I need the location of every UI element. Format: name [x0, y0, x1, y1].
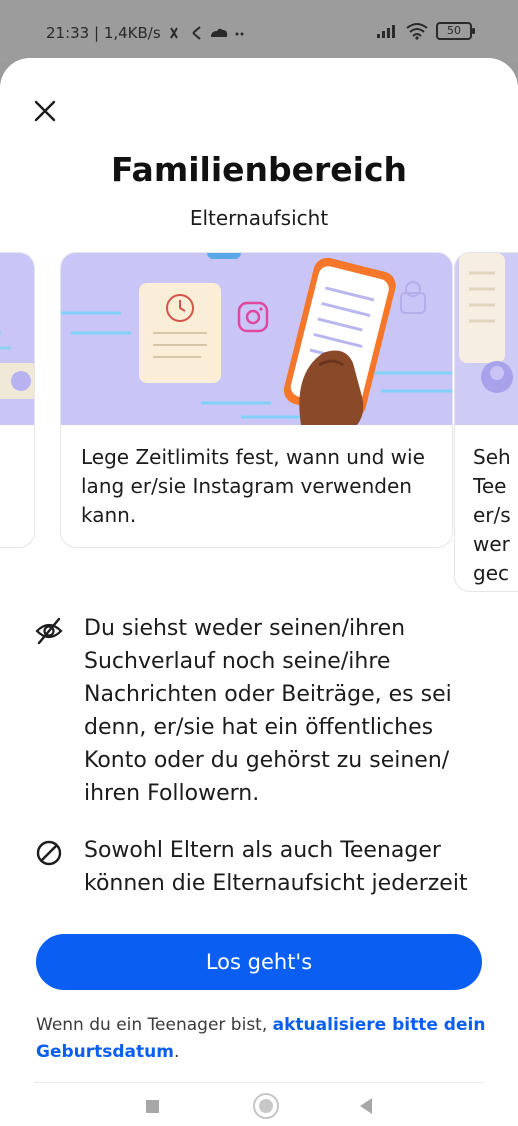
illustration-decor [455, 253, 518, 425]
info-item: Du siehst weder seinen/ihren Suchverlauf… [34, 612, 494, 810]
info-text: Sowohl Eltern als auch Teenager können d… [84, 838, 468, 896]
info-list: Du siehst weder seinen/ihren Suchverlauf… [34, 612, 494, 924]
card-text: Seh Tee er/s wer gec [473, 445, 511, 585]
phone-hand-illustration [61, 253, 452, 425]
illustration-accent [207, 253, 241, 259]
page-title: Familienbereich [110, 150, 408, 189]
home-button[interactable] [253, 1093, 279, 1119]
status-left: 21:33 | 1,4KB/s [46, 24, 247, 42]
battery-level: 50 [447, 24, 461, 37]
eye-off-icon [35, 617, 63, 645]
wifi-icon [406, 23, 428, 40]
back-button[interactable] [360, 1098, 372, 1114]
hint-suffix: . [173, 1042, 180, 1062]
info-text: Du siehst weder seinen/ihren Suchverlauf… [84, 616, 452, 806]
carousel-card-next[interactable]: Seh Tee er/s wer gec [454, 252, 518, 592]
divider [34, 1082, 484, 1083]
carousel-card-active[interactable]: Lege Zeitlimits fest, wann und wie lang … [60, 252, 453, 548]
page-subtitle: Elternaufsicht [189, 206, 329, 230]
card-illustration [61, 253, 452, 425]
card-illustration [0, 253, 34, 425]
feature-carousel[interactable]: Lege Zeitlimits fest, wann und wie lang … [0, 252, 518, 592]
system-nav-bar [0, 1090, 518, 1126]
status-time-network: 21:33 | 1,4KB/s [46, 24, 161, 42]
card-text: Lege Zeitlimits fest, wann und wie lang … [81, 445, 425, 527]
recent-apps-button[interactable] [146, 1100, 159, 1113]
carousel-card-previous[interactable] [0, 252, 35, 548]
teen-hint: Wenn du ein Teenager bist, aktualisiere … [36, 1012, 486, 1066]
info-item: Sowohl Eltern als auch Teenager können d… [34, 834, 494, 900]
close-icon [34, 100, 56, 122]
card-illustration [455, 253, 518, 425]
status-bar: 21:33 | 1,4KB/s 50 [0, 0, 518, 62]
notification-icons [169, 26, 244, 40]
illustration-decor [0, 331, 34, 399]
signal-icon [377, 25, 395, 38]
close-button[interactable] [32, 98, 62, 128]
block-icon [36, 840, 62, 866]
status-right: 50 [376, 22, 475, 40]
battery-icon: 50 [436, 22, 475, 40]
start-button[interactable]: Los geht's [36, 934, 482, 990]
hint-text: Wenn du ein Teenager bist, [36, 1015, 273, 1035]
